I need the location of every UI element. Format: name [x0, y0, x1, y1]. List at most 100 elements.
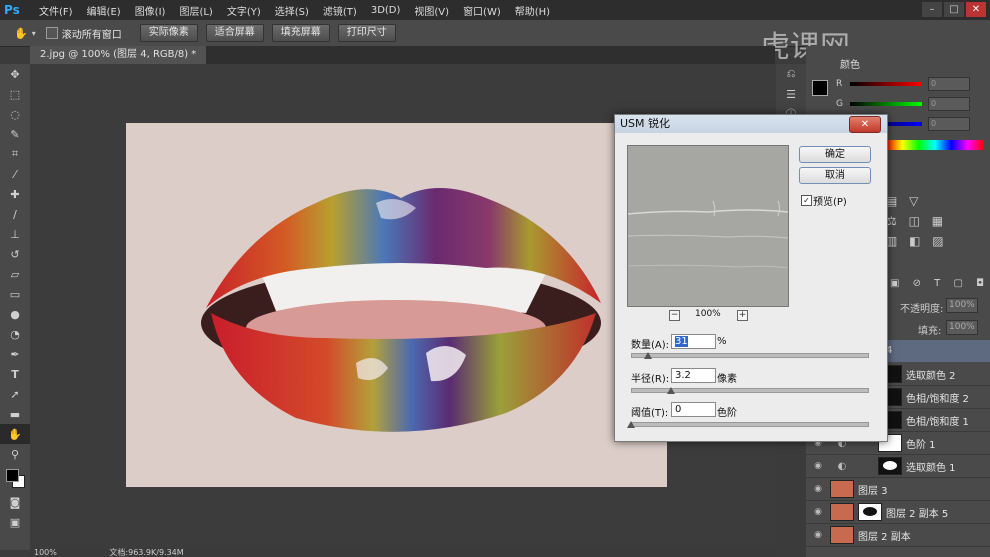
stamp-tool-icon[interactable]: ⊥ — [0, 224, 30, 244]
menu-select[interactable]: 选择(S) — [268, 3, 316, 18]
fill-label: 填充: — [918, 326, 942, 337]
eye-icon[interactable]: ◉ — [806, 461, 830, 471]
minimize-icon[interactable]: – — [922, 2, 942, 17]
adjustment-icons-row-1[interactable]: ▤ ▽ — [886, 194, 922, 208]
adjustment-icons-row-3[interactable]: ▥ ◧ ▨ — [886, 234, 948, 248]
layer-name: 图层 2 副本 5 — [886, 508, 949, 520]
amount-slider-handle[interactable] — [643, 352, 652, 359]
opacity-field[interactable]: 100% — [946, 298, 978, 313]
properties-icon[interactable]: ☰ — [776, 84, 806, 104]
preview-zoom-label: 100% — [695, 309, 721, 319]
marquee-tool-icon[interactable]: ⬚ — [0, 84, 30, 104]
screen-mode-icon[interactable]: ▣ — [0, 512, 30, 532]
eyedropper-tool-icon[interactable]: ⁄ — [0, 164, 30, 184]
green-slider[interactable] — [850, 102, 922, 106]
layer-row[interactable]: ◉ 图层 3 — [806, 478, 990, 501]
amount-field[interactable]: 31 — [671, 334, 716, 349]
radius-slider-handle[interactable] — [667, 387, 676, 394]
zoom-in-icon[interactable]: + — [737, 310, 748, 321]
threshold-slider-handle[interactable] — [627, 421, 635, 428]
menu-help[interactable]: 帮助(H) — [508, 3, 557, 18]
ok-button[interactable]: 确定 — [799, 146, 871, 163]
layer-row[interactable]: ◉ ◐ 选取颜色 1 — [806, 455, 990, 478]
menu-window[interactable]: 窗口(W) — [456, 3, 508, 18]
menu-edit[interactable]: 编辑(E) — [80, 3, 128, 18]
green-value[interactable]: 0 — [928, 97, 970, 111]
threshold-slider[interactable] — [631, 422, 869, 427]
pen-tool-icon[interactable]: ✒ — [0, 344, 30, 364]
brush-tool-icon[interactable]: ∕ — [0, 204, 30, 224]
green-label: G — [836, 99, 843, 109]
layer-row[interactable]: ◉ 图层 2 副本 5 — [806, 501, 990, 524]
zoom-level[interactable]: 100% — [34, 548, 57, 557]
menu-type[interactable]: 文字(Y) — [220, 3, 268, 18]
layer-filter-icons[interactable]: ▣ ⊘ T ▢ ◘ — [890, 278, 989, 289]
move-tool-icon[interactable]: ✥ — [0, 64, 30, 84]
hand-tool-icon[interactable]: ✋ — [14, 27, 28, 40]
tab-color[interactable]: 颜色 — [840, 56, 860, 71]
menu-filter[interactable]: 滤镜(T) — [316, 3, 364, 18]
menu-3d[interactable]: 3D(D) — [364, 5, 408, 16]
photoshop-logo: Ps — [4, 3, 20, 17]
shape-tool-icon[interactable]: ▬ — [0, 404, 30, 424]
cancel-button[interactable]: 取消 — [799, 167, 871, 184]
color-spectrum-bar[interactable] — [886, 140, 984, 150]
adjustment-icons-row-2[interactable]: ⚖ ◫ ▦ — [886, 214, 947, 228]
history-brush-icon[interactable]: ↺ — [0, 244, 30, 264]
threshold-unit: 色阶 — [717, 408, 737, 419]
threshold-label: 阈值(T): — [631, 408, 669, 419]
lips-illustration — [126, 123, 667, 487]
quick-select-tool-icon[interactable]: ✎ — [0, 124, 30, 144]
layer-thumbnail — [830, 480, 854, 498]
layer-mask-thumbnail — [878, 457, 902, 475]
quick-mask-icon[interactable]: ◙ — [0, 492, 30, 512]
eraser-tool-icon[interactable]: ▱ — [0, 264, 30, 284]
blue-value[interactable]: 0 — [928, 117, 970, 131]
dodge-tool-icon[interactable]: ◔ — [0, 324, 30, 344]
radius-unit: 像素 — [717, 374, 737, 385]
blur-tool-icon[interactable]: ● — [0, 304, 30, 324]
layer-thumbnail — [830, 526, 854, 544]
fill-field[interactable]: 100% — [946, 320, 978, 335]
lasso-tool-icon[interactable]: ◌ — [0, 104, 30, 124]
menu-layer[interactable]: 图层(L) — [172, 3, 219, 18]
preview-checkbox[interactable]: ✓ — [801, 195, 812, 206]
fit-screen-button[interactable]: 适合屏幕 — [205, 24, 264, 42]
menu-file[interactable]: 文件(F) — [32, 3, 80, 18]
fg-color-swatch[interactable] — [812, 80, 828, 96]
color-swatches-icon[interactable] — [0, 464, 30, 492]
layer-row[interactable]: ◉ 图层 2 副本 — [806, 524, 990, 547]
document-tab[interactable]: 2.jpg @ 100% (图层 4, RGB/8) * — [30, 46, 207, 64]
zoom-out-icon[interactable]: − — [669, 310, 680, 321]
eye-icon[interactable]: ◉ — [806, 507, 830, 517]
amount-slider[interactable] — [631, 353, 869, 358]
gradient-tool-icon[interactable]: ▭ — [0, 284, 30, 304]
radius-field[interactable]: 3.2 — [671, 368, 716, 383]
threshold-field[interactable]: 0 — [671, 402, 716, 417]
red-value[interactable]: 0 — [928, 77, 970, 91]
preview-window[interactable] — [627, 145, 789, 307]
red-slider[interactable] — [850, 82, 922, 86]
scroll-all-checkbox[interactable] — [45, 27, 58, 39]
maximize-icon[interactable]: □ — [944, 2, 964, 17]
type-tool-icon[interactable]: T — [0, 364, 30, 384]
menu-view[interactable]: 视图(V) — [407, 3, 456, 18]
hand-tool-icon[interactable]: ✋ — [0, 424, 30, 444]
crop-tool-icon[interactable]: ⌗ — [0, 144, 30, 164]
chevron-down-icon[interactable]: ▾ — [32, 29, 36, 38]
path-select-tool-icon[interactable]: ➚ — [0, 384, 30, 404]
layer-mask-thumbnail — [858, 503, 882, 521]
history-icon[interactable]: ⎌ — [776, 64, 806, 84]
close-icon[interactable]: ✕ — [966, 2, 986, 17]
tools-panel: ✥ ⬚ ◌ ✎ ⌗ ⁄ ✚ ∕ ⊥ ↺ ▱ ▭ ● ◔ ✒ T ➚ ▬ ✋ ⚲ … — [0, 64, 31, 550]
zoom-tool-icon[interactable]: ⚲ — [0, 444, 30, 464]
actual-pixels-button[interactable]: 实际像素 — [139, 24, 198, 42]
radius-label: 半径(R): — [631, 374, 670, 385]
menu-image[interactable]: 图像(I) — [128, 3, 173, 18]
print-size-button[interactable]: 打印尺寸 — [337, 24, 396, 42]
eye-icon[interactable]: ◉ — [806, 530, 830, 540]
close-icon[interactable]: ✕ — [849, 116, 881, 133]
healing-tool-icon[interactable]: ✚ — [0, 184, 30, 204]
eye-icon[interactable]: ◉ — [806, 484, 830, 494]
fill-screen-button[interactable]: 填充屏幕 — [271, 24, 330, 42]
